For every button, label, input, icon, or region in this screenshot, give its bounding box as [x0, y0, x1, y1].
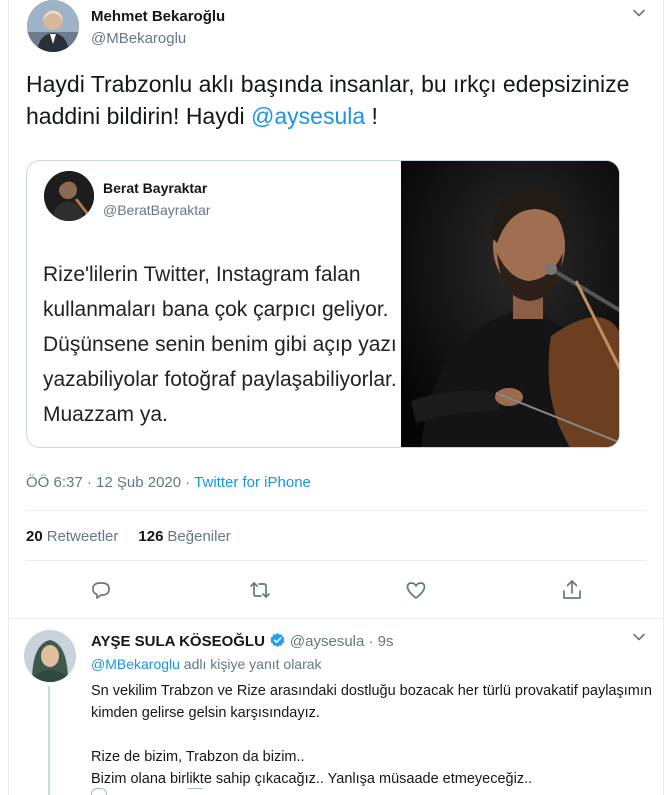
divider	[26, 560, 646, 561]
source-link[interactable]: Twitter for iPhone	[194, 474, 311, 491]
replying-to-link[interactable]: @MBekaroglu	[91, 656, 180, 672]
quoted-text-line: Düşünsene senin benim gibi açıp yazı	[43, 333, 397, 356]
reply-author-avatar[interactable]	[24, 630, 76, 682]
chevron-down-icon[interactable]	[632, 630, 646, 644]
reply-paragraph: Rize de bizim, Trabzon da bizim..	[91, 749, 305, 765]
quoted-text-line: Rize'lilerin Twitter, Instagram falan	[43, 263, 361, 286]
reply-icon[interactable]	[91, 788, 107, 795]
tweet-actions	[26, 578, 646, 604]
chevron-down-icon[interactable]	[632, 6, 646, 20]
thread-line	[48, 686, 50, 795]
quoted-text-line: Muazzam ya.	[43, 403, 168, 426]
share-icon[interactable]	[560, 578, 584, 602]
quoted-photo[interactable]	[401, 161, 619, 447]
timestamp-text[interactable]: ÖÖ 6:37 · 12 Şub 2020 ·	[26, 474, 194, 491]
reply-icon[interactable]	[89, 578, 113, 602]
divider	[26, 510, 646, 511]
heart-icon[interactable]	[404, 578, 428, 602]
quoted-author-avatar[interactable]	[44, 171, 94, 221]
retweet-icon[interactable]	[248, 578, 272, 602]
tweet-text-part: !	[365, 103, 378, 129]
reply-author-handle[interactable]: @aysesula · 9s	[290, 633, 394, 650]
author-handle[interactable]: @MBekaroglu	[91, 30, 186, 47]
mention-link[interactable]: @aysesula	[251, 103, 365, 129]
tweet-timestamp: ÖÖ 6:37 · 12 Şub 2020 · Twitter for iPho…	[26, 474, 311, 491]
engagement-stats: 20 Retweetler 126 Beğeniler	[26, 528, 231, 545]
quoted-tweet-text: Rize'lilerin Twitter, Instagram falan ku…	[43, 257, 403, 432]
quoted-tweet-card[interactable]: Berat Bayraktar @BeratBayraktar Rize'lil…	[26, 160, 620, 448]
reply-text: Sn vekilim Trabzon ve Rize arasındaki do…	[91, 680, 656, 790]
divider	[8, 618, 664, 619]
verified-badge-icon	[269, 632, 286, 649]
quoted-author-handle[interactable]: @BeratBayraktar	[103, 202, 211, 218]
retweet-stat[interactable]: 20 Retweetler	[26, 528, 118, 545]
like-count: 126	[138, 528, 164, 545]
reply-author-name[interactable]: AYŞE SULA KÖSEOĞLU	[91, 633, 265, 650]
reply-actions	[91, 788, 651, 795]
like-label: Beğeniler	[167, 528, 231, 545]
retweet-count: 20	[26, 528, 43, 545]
author-avatar[interactable]	[27, 0, 79, 52]
reply-header: AYŞE SULA KÖSEOĞLU @aysesula · 9s	[91, 632, 394, 650]
replying-to: @MBekaroglu adlı kişiye yanıt olarak	[91, 656, 322, 672]
quoted-text-line: yazabiliyolar fotoğraf paylaşabiliyorlar…	[43, 368, 397, 391]
replying-to-suffix: adlı kişiye yanıt olarak	[179, 656, 322, 672]
author-name[interactable]: Mehmet Bekaroğlu	[91, 8, 225, 25]
retweet-icon[interactable]	[187, 788, 203, 795]
tweet-text: Haydi Trabzonlu aklı başında insanlar, b…	[26, 68, 646, 132]
quoted-author-name[interactable]: Berat Bayraktar	[103, 180, 207, 196]
like-stat[interactable]: 126 Beğeniler	[138, 528, 230, 545]
quoted-text-line: kullanmaları bana çok çarpıcı geliyor.	[43, 298, 389, 321]
retweet-label: Retweetler	[46, 528, 119, 545]
reply-paragraph: Sn vekilim Trabzon ve Rize arasındaki do…	[91, 683, 652, 721]
reply-paragraph: Bizim olana birlikte sahip çıkacağız.. Y…	[91, 771, 533, 787]
